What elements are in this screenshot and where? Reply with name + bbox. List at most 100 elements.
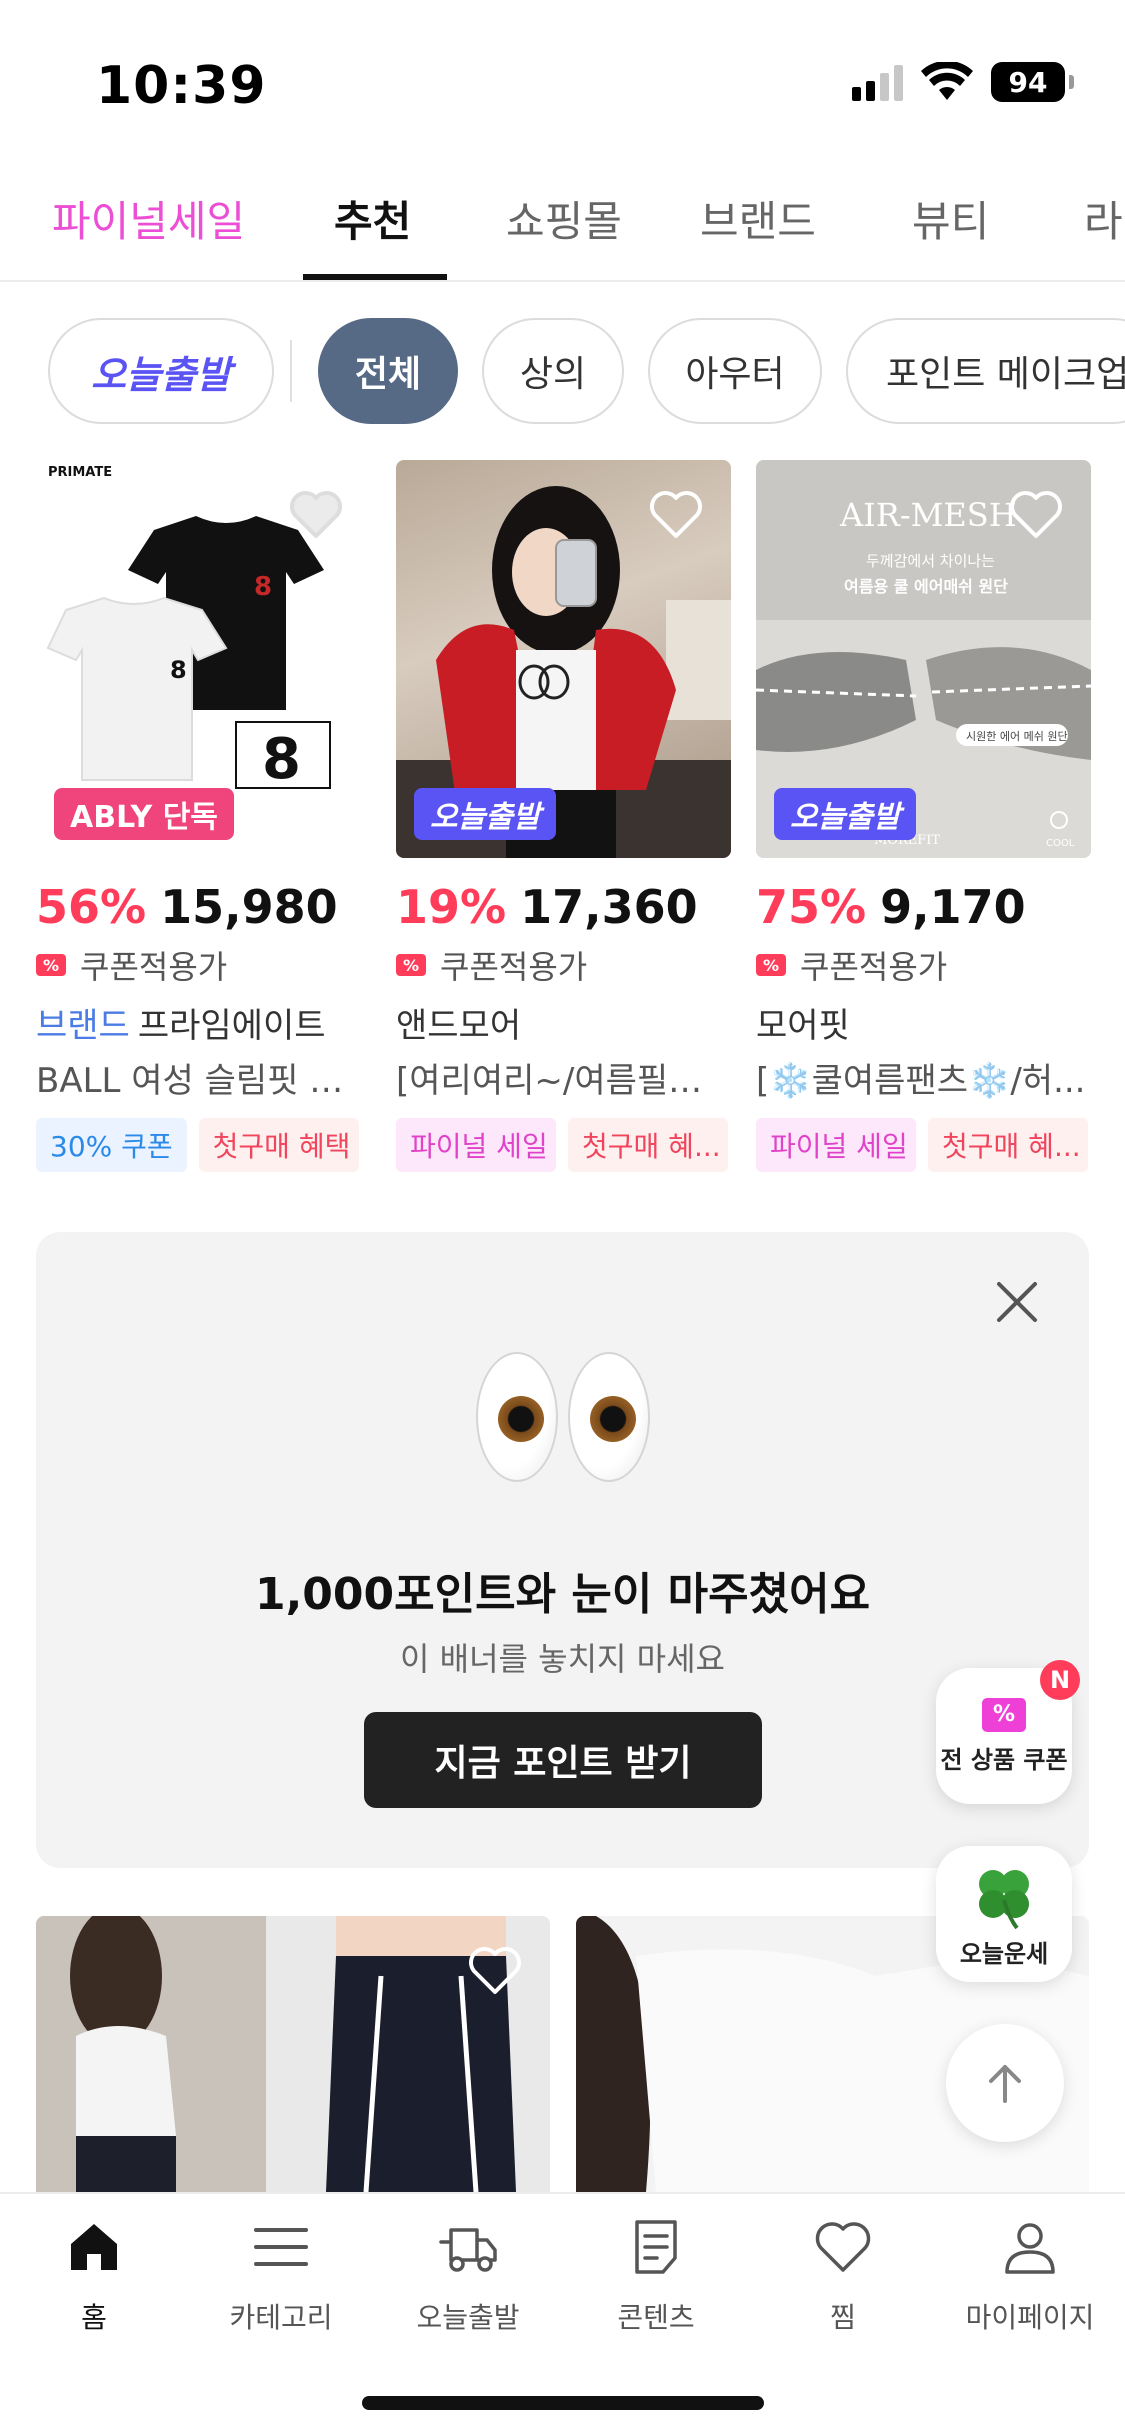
brand-name: 프라임에이트 — [137, 1006, 326, 1046]
product-image[interactable] — [36, 1916, 550, 2192]
nav-label: 홈 — [81, 2301, 107, 2334]
nav-label: 마이페이지 — [965, 2301, 1095, 2334]
chip-tops[interactable]: 상의 — [482, 318, 624, 424]
svg-text:8: 8 — [254, 572, 272, 602]
home-icon — [71, 2224, 117, 2270]
nav-home[interactable]: 홈 — [14, 2216, 174, 2336]
heart-icon[interactable] — [466, 1944, 524, 1996]
fortune-label: 오늘운세 — [959, 1939, 1049, 1968]
final-sale-tag: 파이널 세일 — [396, 1118, 556, 1172]
coupon-row: % 쿠폰적용가 — [36, 942, 371, 988]
product-image[interactable]: 오늘출발 — [396, 460, 731, 858]
coupon-row: % 쿠폰적용가 — [396, 942, 731, 988]
all-product-coupon-button[interactable]: % 전 상품 쿠폰 N — [936, 1660, 1080, 1804]
filter-chips: 오늘출발 전체 상의 아우터 포인트 메이크업 — [0, 318, 1125, 426]
nav-category[interactable]: 카테고리 — [201, 2216, 361, 2336]
chip-today-shipping[interactable]: 오늘출발 — [48, 318, 274, 424]
benefit-tags: 30% 쿠폰 첫구매 혜택 — [36, 1118, 371, 1172]
svg-text:8: 8 — [170, 656, 187, 684]
heart-icon[interactable] — [1007, 488, 1065, 540]
scroll-top-button[interactable] — [946, 2024, 1064, 2142]
get-points-button[interactable]: 지금 포인트 받기 — [364, 1712, 762, 1808]
tab-beauty[interactable]: 뷰티 — [912, 188, 989, 249]
tab-final-sale[interactable]: 파이널세일 — [52, 188, 245, 249]
coupon-price-label: 쿠폰적용가 — [80, 948, 228, 986]
battery-icon: 94 — [991, 62, 1074, 102]
price: 15,980 — [160, 880, 338, 934]
point-banner: 1,000포인트와 눈이 마주쳤어요 이 배너를 놓치지 마세요 지금 포인트 … — [36, 1232, 1089, 1868]
price: 9,170 — [880, 880, 1026, 934]
coupon-icon: % — [982, 1697, 1026, 1732]
home-indicator[interactable] — [362, 2396, 764, 2410]
price-row: 56% 15,980 — [36, 880, 371, 934]
benefit-tags: 파이널 세일 첫구매 혜... — [756, 1118, 1091, 1172]
price-row: 19% 17,360 — [396, 880, 731, 934]
benefit-tags: 파이널 세일 첫구매 혜... — [396, 1118, 731, 1172]
tab-brand[interactable]: 브랜드 — [700, 188, 816, 249]
tab-recommend[interactable]: 추천 — [334, 188, 411, 249]
heart-icon[interactable] — [647, 488, 705, 540]
wifi-icon — [921, 62, 973, 100]
coupon-icon: % — [756, 954, 786, 976]
top-tab-bar: 파이널세일 추천 쇼핑몰 브랜드 뷰티 라 — [0, 170, 1125, 282]
close-icon[interactable] — [993, 1278, 1041, 1326]
nav-label: 카테고리 — [229, 2301, 333, 2334]
svg-text:PRIMATE: PRIMATE — [48, 465, 112, 480]
heart-icon — [815, 2222, 871, 2272]
product-card[interactable]: 오늘출발 19% 17,360 % 쿠폰적용가 앤드모어 [여리여리~/여름필수… — [396, 460, 731, 1172]
discount-rate: 56% — [36, 880, 147, 934]
svg-text:여름용 쿨 에어매쉬 원단: 여름용 쿨 에어매쉬 원단 — [844, 577, 1008, 596]
nav-wishlist[interactable]: 찜 — [763, 2216, 923, 2336]
chip-point-makeup[interactable]: 포인트 메이크업 — [846, 318, 1125, 424]
arrow-up-icon — [989, 2065, 1021, 2103]
banner-title: 1,000포인트와 눈이 마주쳤어요 — [254, 1569, 871, 1620]
clover-icon — [979, 1869, 1029, 1929]
svg-text:시원한 에어 메쉬 원단: 시원한 에어 메쉬 원단 — [966, 730, 1068, 743]
brand-tag: 브랜드 — [36, 1006, 130, 1046]
heart-icon[interactable] — [287, 488, 345, 540]
product-card[interactable]: AIR-MESH 두께감에서 차이나는 여름용 쿨 에어매쉬 원단 시원한 에어… — [756, 460, 1091, 1172]
status-time: 10:39 — [96, 56, 267, 116]
coupon-icon: % — [396, 954, 426, 976]
today-shipping-badge: 오늘출발 — [774, 788, 917, 840]
new-badge: N — [1040, 1660, 1080, 1700]
brand-name: 앤드모어 — [396, 1006, 522, 1046]
discount-rate: 19% — [396, 880, 507, 934]
nav-today-shipping[interactable]: 오늘출발 — [388, 2216, 548, 2336]
chip-all[interactable]: 전체 — [318, 318, 458, 424]
eye-right — [568, 1352, 650, 1482]
brand-name: 모어핏 — [756, 1006, 850, 1046]
coupon-row: % 쿠폰적용가 — [756, 942, 1091, 988]
truck-icon — [439, 2228, 497, 2272]
signal-icon — [852, 63, 903, 101]
tab-shopping-mall[interactable]: 쇼핑몰 — [506, 188, 622, 249]
status-icons: 94 — [852, 62, 1074, 102]
coupon-price-label: 쿠폰적용가 — [800, 948, 948, 986]
ably-exclusive-badge: ABLY 단독 — [54, 788, 234, 840]
chip-outer[interactable]: 아우터 — [648, 318, 822, 424]
first-purchase-tag: 첫구매 혜... — [568, 1118, 728, 1172]
eye-left — [476, 1352, 558, 1482]
discount-rate: 75% — [756, 880, 867, 934]
price: 17,360 — [520, 880, 698, 934]
product-image[interactable]: AIR-MESH 두께감에서 차이나는 여름용 쿨 에어매쉬 원단 시원한 에어… — [756, 460, 1091, 858]
nav-label: 찜 — [830, 2301, 856, 2334]
product-card[interactable]: PRIMATE 8 8 8 ABLY 단독 56% 15,980 % 쿠폰적용가… — [36, 460, 371, 1172]
brand-row: 브랜드 프라임에이트 — [36, 998, 371, 1047]
svg-text:8: 8 — [262, 727, 301, 792]
coupon-icon: % — [36, 954, 66, 976]
tab-more[interactable]: 라 — [1084, 188, 1123, 249]
fortune-button[interactable]: 오늘운세 — [936, 1846, 1072, 1982]
nav-contents[interactable]: 콘텐츠 — [576, 2216, 736, 2336]
nav-my-page[interactable]: 마이페이지 — [950, 2216, 1110, 2336]
person-icon — [1005, 2223, 1055, 2274]
svg-text:두께감에서 차이나는: 두께감에서 차이나는 — [866, 552, 995, 570]
price-row: 75% 9,170 — [756, 880, 1091, 934]
first-purchase-tag: 첫구매 혜... — [928, 1118, 1088, 1172]
coupon-tag: 30% 쿠폰 — [36, 1118, 187, 1172]
svg-text:COOL: COOL — [1046, 838, 1075, 849]
coupon-price-label: 쿠폰적용가 — [440, 948, 588, 986]
product-image[interactable]: PRIMATE 8 8 8 ABLY 단독 — [36, 460, 371, 858]
product-title: [❄️쿨여름팬츠❄️/허... — [756, 1061, 1086, 1101]
svg-text:AIR-MESH: AIR-MESH — [839, 496, 1017, 534]
